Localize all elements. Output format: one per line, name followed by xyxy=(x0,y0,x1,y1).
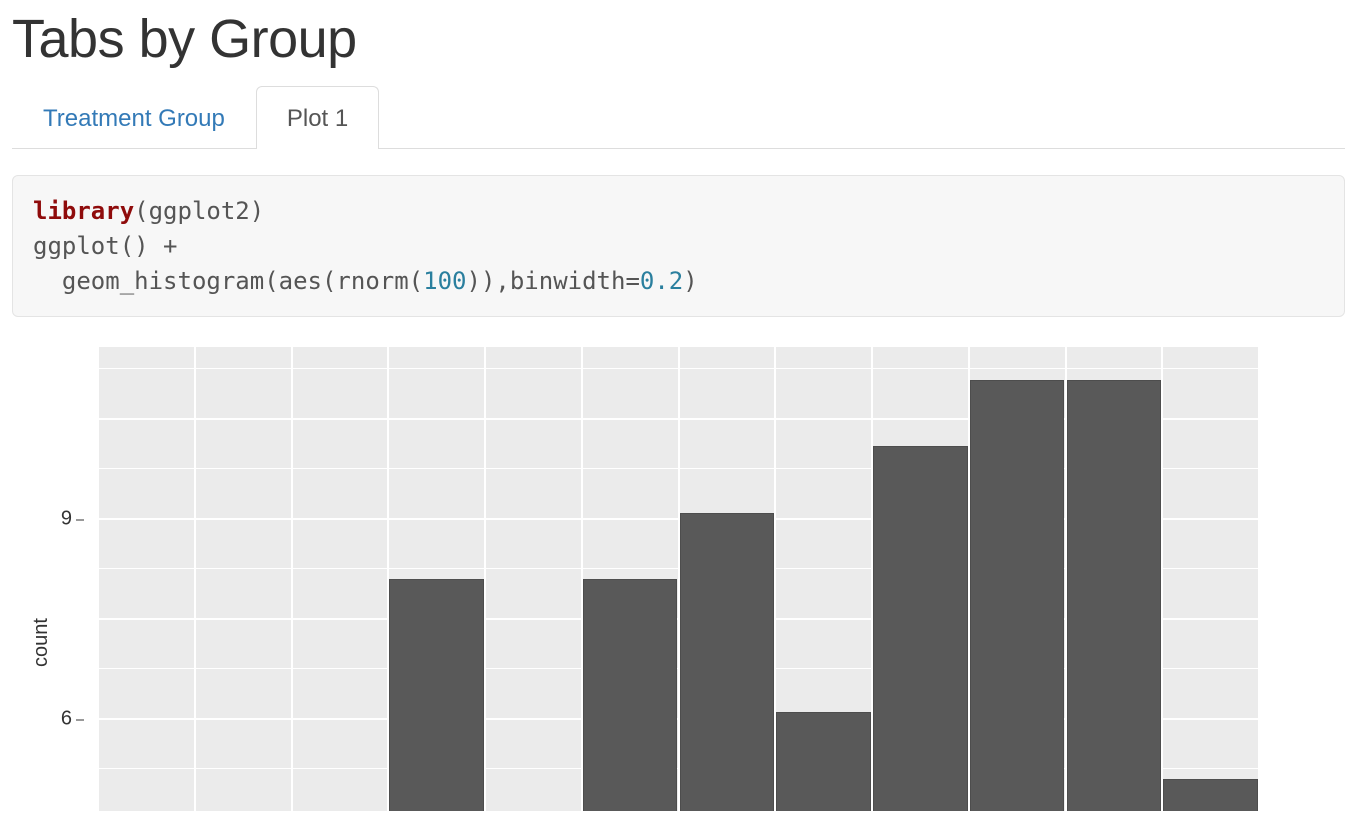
histogram-bar xyxy=(970,380,1065,812)
grid-line-vertical xyxy=(194,347,196,811)
tick-mark xyxy=(76,719,84,720)
y-tick-9: 9 xyxy=(61,508,84,531)
grid-line-vertical xyxy=(1161,347,1163,811)
histogram-bar xyxy=(873,446,968,811)
code-text: geom_histogram(aes(rnorm( xyxy=(33,267,423,295)
y-tick-label: 9 xyxy=(61,508,72,530)
code-text: ggplot() + xyxy=(33,232,178,260)
grid-line-vertical xyxy=(291,347,293,811)
histogram-chart: count 9 6 xyxy=(24,347,1345,811)
histogram-bar xyxy=(389,579,484,811)
grid-line-vertical xyxy=(97,347,99,811)
grid-line-vertical xyxy=(484,347,486,811)
tab-treatment-group[interactable]: Treatment Group xyxy=(12,86,256,149)
histogram-bar xyxy=(680,513,775,812)
y-tick-6: 6 xyxy=(61,708,84,731)
grid-line-horizontal xyxy=(98,368,1259,369)
page-title: Tabs by Group xyxy=(12,0,1345,80)
histogram-bar xyxy=(583,579,678,811)
histogram-bar xyxy=(776,712,871,811)
code-keyword: library xyxy=(33,197,134,225)
y-axis-label: count xyxy=(30,618,53,667)
code-block: library(ggplot2) ggplot() + geom_histogr… xyxy=(12,175,1345,317)
plot-panel xyxy=(98,347,1259,811)
code-text: )),binwidth= xyxy=(467,267,640,295)
grid-line-vertical xyxy=(1258,347,1260,811)
y-tick-label: 6 xyxy=(61,708,72,730)
code-text: (ggplot2) xyxy=(134,197,264,225)
tick-mark xyxy=(76,519,84,520)
tab-plot-1[interactable]: Plot 1 xyxy=(256,86,379,149)
code-text: ) xyxy=(683,267,697,295)
histogram-bar xyxy=(1163,779,1258,812)
code-number: 100 xyxy=(423,267,466,295)
histogram-bar xyxy=(1067,380,1162,812)
code-number: 0.2 xyxy=(640,267,683,295)
tab-bar: Treatment Group Plot 1 xyxy=(12,86,1345,149)
